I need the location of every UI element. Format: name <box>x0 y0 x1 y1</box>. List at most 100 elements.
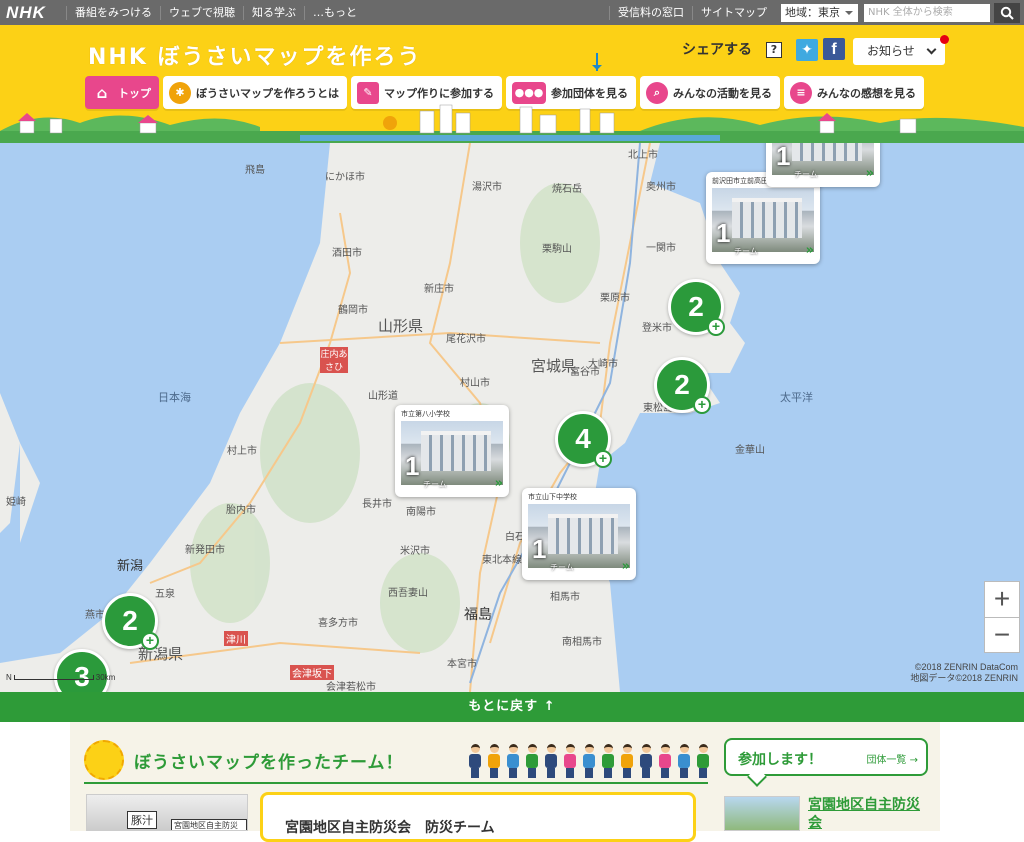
back-label: もとに戻す <box>468 699 539 714</box>
map-label: 栗原市 <box>600 293 630 304</box>
search-icon <box>1000 6 1014 20</box>
map-sea-label: 太平洋 <box>780 391 813 404</box>
map-label: 喜多方市 <box>318 618 358 629</box>
map-label: 登米市 <box>642 323 672 334</box>
map-label: 奥州市 <box>646 182 676 193</box>
map-credit: ©2018 ZENRIN DataCom 地図データ©2018 ZENRIN <box>910 662 1018 684</box>
map-label: 村上市 <box>227 446 257 457</box>
team-photo[interactable]: 豚汁 宮園地区自主防災会 <box>86 794 248 831</box>
scale-label: 30km <box>95 673 116 682</box>
join-panel-header: 参加します！ 団体一覧 → <box>724 738 928 787</box>
site-title[interactable]: NHK ぼうさいマップを作ろう <box>88 39 422 71</box>
map-label: 北上市 <box>628 150 658 161</box>
map-label: 五泉 <box>155 589 175 600</box>
map-label: 津川 <box>224 631 248 646</box>
team-heading: ぼうさいマップを作ったチーム！ <box>134 753 404 773</box>
map-cluster-marker[interactable]: 2 + <box>102 593 159 650</box>
plus-icon: + <box>141 632 159 650</box>
map-view[interactable]: 飛島 にかほ市 湯沢市 焼石岳 奥州市 北上市 酒田市 栗駒山 一関市 鶴岡市 … <box>0 143 1024 692</box>
kids-illustration <box>468 744 710 778</box>
double-chevron-right-icon: » <box>621 559 630 574</box>
double-chevron-right-icon: » <box>494 476 503 491</box>
double-chevron-right-icon: » <box>805 243 814 258</box>
join-title: 参加します！ <box>738 752 822 768</box>
map-label: 西吾妻山 <box>388 588 428 599</box>
global-topbar: NHK 番組をみつける ウェブで視聴 知る学ぶ …もっと 受信料の窓口 サイトマ… <box>0 0 1024 25</box>
team-heading-block: ぼうさいマップを作ったチーム！ <box>84 740 710 784</box>
cluster-count: 2 <box>674 369 690 400</box>
notice-badge-dot <box>940 35 949 44</box>
topbar-link-fee[interactable]: 受信料の窓口 <box>609 5 692 20</box>
card-team-label: チーム <box>423 480 447 489</box>
notice-label: お知らせ <box>867 44 915 58</box>
map-label: 相馬市 <box>550 592 580 603</box>
photo-sign-text: 豚汁 <box>127 811 157 829</box>
plus-icon: + <box>693 396 711 414</box>
share-help-icon[interactable]: ? <box>766 42 782 58</box>
map-label: 鶴岡市 <box>338 305 368 316</box>
map-cluster-marker[interactable]: 2 + <box>668 279 725 336</box>
nhk-logo[interactable]: NHK <box>0 3 66 23</box>
chevron-down-icon <box>926 44 937 55</box>
map-team-card[interactable]: 市立山下中学校 1 チーム » <box>522 488 636 580</box>
card-team-label: チーム <box>734 247 758 256</box>
back-bar[interactable]: もとに戻す ↑ <box>0 692 1024 722</box>
team-info-box[interactable]: 宮園地区自主防災会 防災チーム <box>260 792 696 842</box>
map-label: 新発田市 <box>185 545 225 556</box>
nav-top-label: トップ <box>118 86 151 100</box>
twitter-icon[interactable]: ✦ <box>796 39 818 61</box>
map-label: 湯沢市 <box>472 182 502 193</box>
map-label: 村山市 <box>460 378 490 389</box>
join-item-thumbnail[interactable] <box>724 796 800 831</box>
map-label: 長井市 <box>362 499 392 510</box>
map-label: 姫崎 <box>6 497 26 508</box>
card-team-count: 1 <box>532 534 547 564</box>
map-label: 胎内市 <box>226 505 256 516</box>
map-cluster-marker[interactable]: 4 + <box>555 411 612 468</box>
site-header: NHK ぼうさいマップを作ろう シェアする ? ✦ f お知らせ ⌂ トップ ✱… <box>0 25 1024 143</box>
group-list-label: 団体一覧 <box>866 755 907 766</box>
nav-join-label: マップ作りに参加する <box>384 86 494 100</box>
team-name: 宮園地区自主防災会 防災チーム <box>285 820 495 836</box>
notice-button[interactable]: お知らせ <box>853 35 949 65</box>
zoom-in-button[interactable]: + <box>985 582 1019 618</box>
share-label: シェアする <box>682 42 752 58</box>
map-label: 米沢市 <box>400 546 430 557</box>
map-label: 酒田市 <box>332 248 362 259</box>
map-team-card[interactable]: 市立第八小学校 1 チーム » <box>395 405 509 497</box>
topbar-link-sitemap[interactable]: サイトマップ <box>692 5 775 20</box>
facebook-icon[interactable]: f <box>823 38 845 60</box>
card-team-label: チーム <box>550 563 574 572</box>
region-select[interactable]: 地域：東京 <box>781 3 858 22</box>
arrow-down-icon <box>592 53 602 71</box>
zoom-out-button[interactable]: − <box>985 618 1019 654</box>
map-scale: N 30km <box>6 673 116 682</box>
cluster-count: 4 <box>575 423 591 454</box>
cluster-count: 2 <box>122 605 138 636</box>
card-school-name: 市立第八小学校 <box>401 410 450 418</box>
topbar-link-learn[interactable]: 知る学ぶ <box>243 5 304 20</box>
lower-section: ぼうさいマップを作ったチーム！ 豚汁 宮園地区自主防災会 宮園地区自主防災会 防… <box>0 722 1024 842</box>
join-item-link[interactable]: 宮園地区自主防災会 <box>808 796 928 832</box>
search-button[interactable] <box>994 2 1020 23</box>
topbar-link-find-programs[interactable]: 番組をみつける <box>66 5 160 20</box>
card-team-label: チーム <box>794 170 818 179</box>
nav-impressions-label: みんなの感想を見る <box>817 86 916 100</box>
cluster-count: 2 <box>688 291 704 322</box>
map-label: 一関市 <box>646 243 676 254</box>
card-team-count: 1 <box>405 451 420 481</box>
map-label: 会津若松市 <box>326 682 376 692</box>
group-list-link[interactable]: 団体一覧 → <box>866 751 918 766</box>
map-label: 新潟 <box>117 559 144 574</box>
double-chevron-right-icon: » <box>865 166 874 181</box>
topbar-link-more[interactable]: …もっと <box>304 5 365 20</box>
global-search-input[interactable]: NHK 全体から検索 <box>864 3 990 22</box>
map-label: 飛島 <box>245 165 265 176</box>
card-team-count: 1 <box>716 218 731 248</box>
topbar-link-web-view[interactable]: ウェブで視聴 <box>160 5 243 20</box>
map-team-card[interactable]: 1 チーム » <box>766 143 880 187</box>
map-credit-line: ©2018 ZENRIN DataCom <box>914 662 1018 672</box>
map-cluster-marker[interactable]: 2 + <box>654 357 711 414</box>
plus-icon: + <box>594 450 612 468</box>
zoom-control: + − <box>984 581 1020 653</box>
